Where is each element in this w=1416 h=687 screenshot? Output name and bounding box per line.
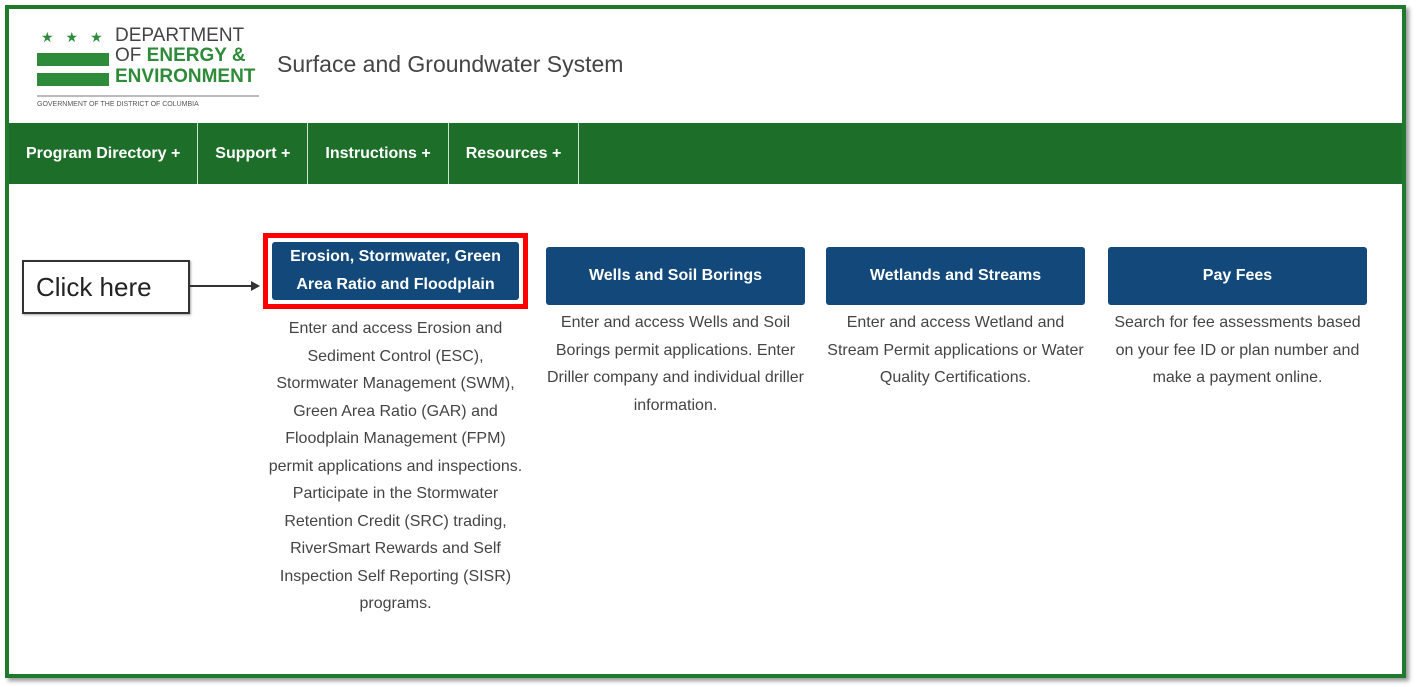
- erosion-stormwater-button[interactable]: Erosion, Stormwater, Green Area Ratio an…: [272, 242, 519, 300]
- card-description: Enter and access Wetland and Stream Perm…: [827, 314, 1084, 386]
- logo-text: ENERGY &: [146, 45, 246, 66]
- card-description: Enter and access Erosion and Sediment Co…: [268, 320, 523, 612]
- logo-divider: [37, 95, 259, 97]
- logo-subtext: GOVERNMENT OF THE DISTRICT OF COLUMBIA: [37, 101, 199, 108]
- card-wetlands: Wetlands and Streams Enter and access We…: [823, 233, 1088, 392]
- logo-text: DEPARTMENT: [115, 25, 245, 46]
- logo-bar: [37, 53, 109, 66]
- logo-text: OF: [115, 45, 147, 66]
- wetlands-streams-button[interactable]: Wetlands and Streams: [826, 247, 1085, 305]
- logo-text: ENVIRONMENT: [115, 66, 256, 87]
- page-title: Surface and Groundwater System: [277, 51, 624, 77]
- main-nav: Program Directory + Support + Instructio…: [9, 123, 1402, 184]
- nav-support[interactable]: Support +: [198, 123, 309, 184]
- highlight-box: Erosion, Stormwater, Green Area Ratio an…: [263, 233, 528, 309]
- card-description: Enter and access Wells and Soil Borings …: [547, 314, 804, 414]
- card-description: Search for fee assessments based on your…: [1114, 314, 1361, 386]
- nav-program-directory[interactable]: Program Directory +: [9, 123, 199, 184]
- card-wells: Wells and Soil Borings Enter and access …: [543, 233, 808, 419]
- click-here-callout: Click here: [22, 260, 190, 314]
- doee-logo[interactable]: ★★★ DEPARTMENT OF ENERGY & ENVIRONMENT G…: [37, 23, 267, 113]
- nav-resources[interactable]: Resources +: [449, 123, 580, 184]
- arrow-icon: [190, 281, 260, 291]
- pay-fees-button[interactable]: Pay Fees: [1108, 247, 1367, 305]
- wells-soil-borings-button[interactable]: Wells and Soil Borings: [546, 247, 805, 305]
- card-pay-fees: Pay Fees Search for fee assessments base…: [1105, 233, 1370, 392]
- logo-bar: [37, 73, 109, 86]
- stars-icon: ★★★: [41, 29, 115, 45]
- nav-instructions[interactable]: Instructions +: [308, 123, 449, 184]
- card-erosion: Erosion, Stormwater, Green Area Ratio an…: [263, 233, 528, 618]
- header: ★★★ DEPARTMENT OF ENERGY & ENVIRONMENT G…: [9, 9, 1402, 123]
